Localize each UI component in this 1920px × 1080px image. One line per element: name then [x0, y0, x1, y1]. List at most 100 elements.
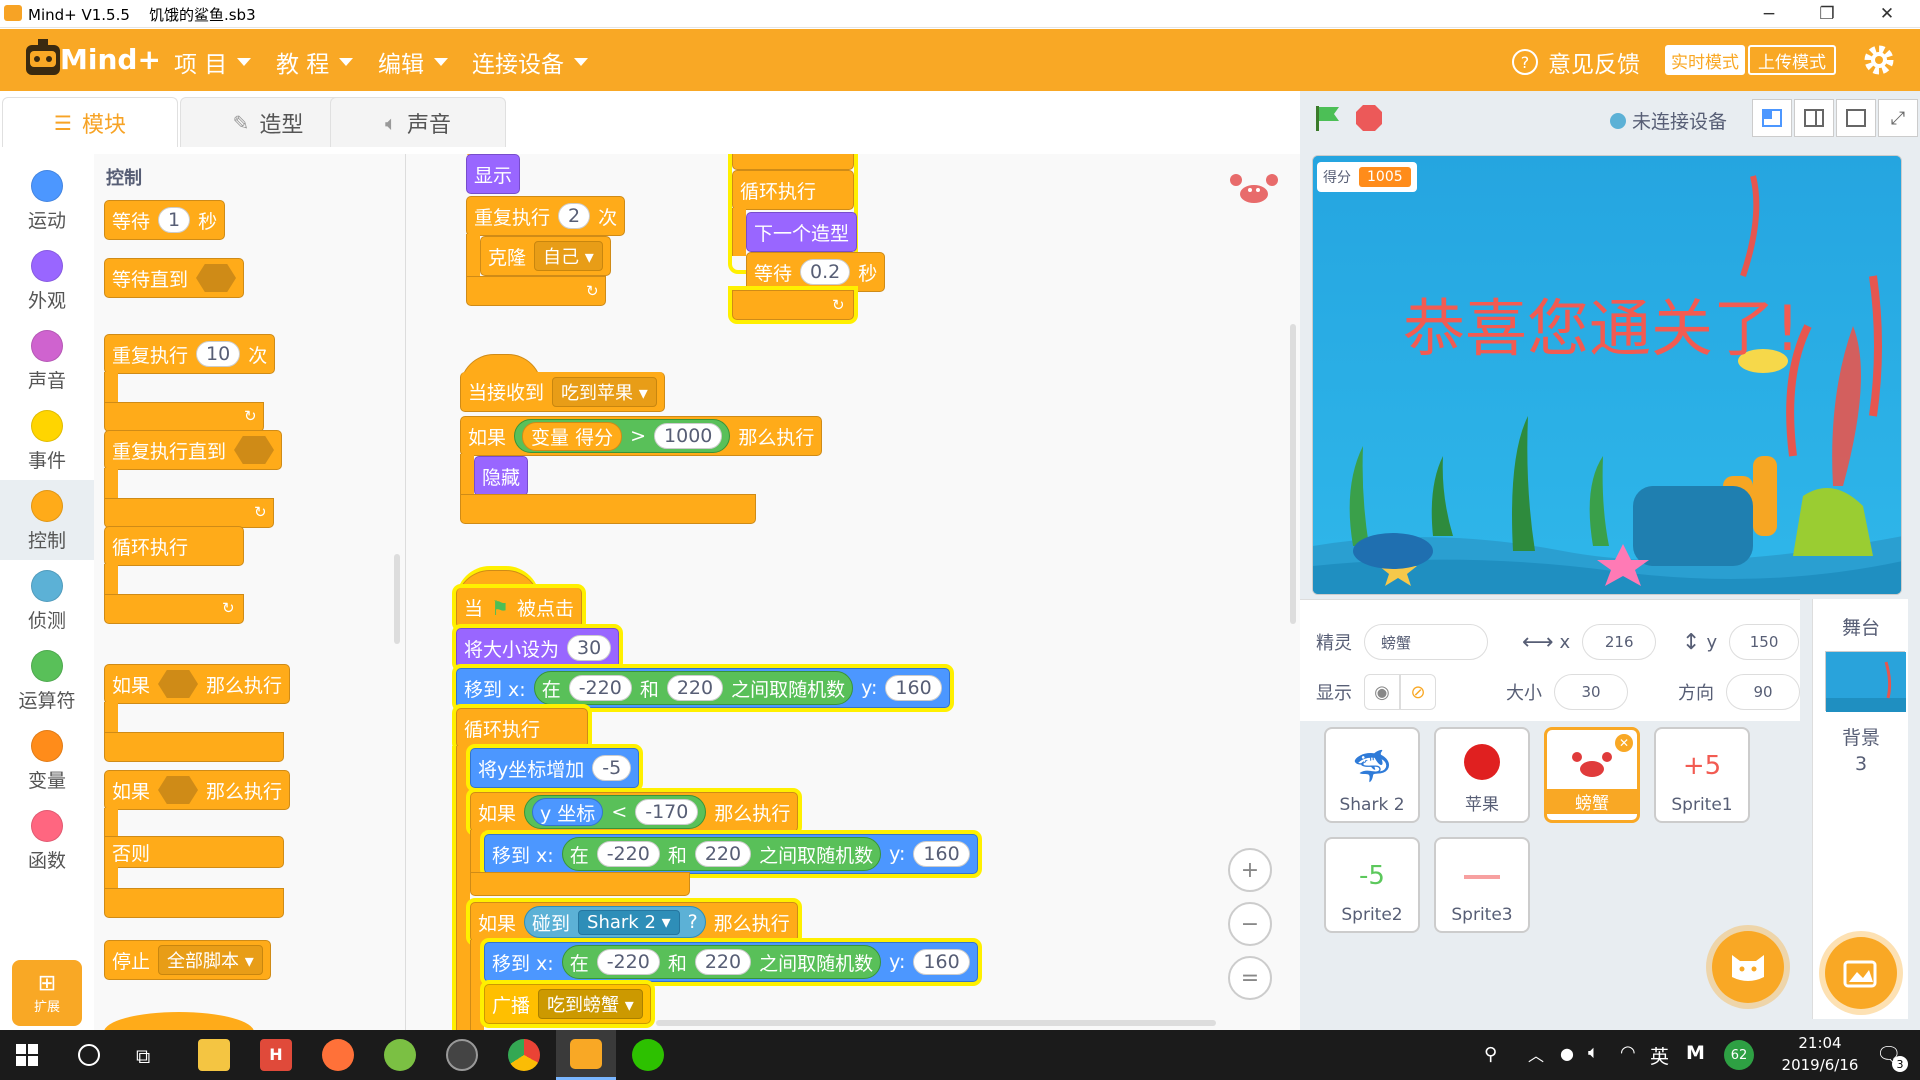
category-operators[interactable]: 运算符: [0, 640, 94, 720]
app-gear-icon[interactable]: [446, 1039, 478, 1071]
menu-edit[interactable]: 编辑: [378, 45, 448, 79]
sprite-tile-crab[interactable]: ✕ 螃蟹: [1544, 727, 1640, 823]
sprite-tile-sprite1[interactable]: +5 Sprite1: [1654, 727, 1750, 823]
tab-blocks[interactable]: ☰ 模块: [2, 97, 178, 147]
if-else-block[interactable]: 如果 那么执行 否则: [104, 770, 291, 920]
chrome-icon[interactable]: [508, 1039, 540, 1071]
upload-mode-button[interactable]: 上传模式: [1748, 45, 1836, 75]
clock-time[interactable]: 21:04: [1770, 1034, 1870, 1052]
when-flag-clicked-block[interactable]: 当 ⚑ 被点击: [456, 588, 582, 628]
broadcast-block[interactable]: 广播 吃到螃蟹 ▾: [484, 984, 651, 1024]
file-explorer-icon[interactable]: [198, 1039, 230, 1071]
category-sound[interactable]: 声音: [0, 320, 94, 400]
repeat-until-block[interactable]: 重复执行直到 ↻: [104, 430, 283, 530]
clock-date[interactable]: 2019/6/16: [1770, 1056, 1870, 1074]
repeat-block[interactable]: 重复执行 10 次 ↻: [104, 334, 276, 434]
sprite-name-input[interactable]: 螃蟹: [1364, 624, 1488, 660]
clone-target-dropdown[interactable]: 自己 ▾: [534, 241, 603, 271]
stop-button[interactable]: [1354, 103, 1384, 133]
extensions-button[interactable]: ⊞ 扩展: [12, 960, 82, 1026]
battery-badge[interactable]: 62: [1724, 1040, 1754, 1070]
forever-block[interactable]: 循环执行: [732, 170, 854, 210]
wait-block[interactable]: 等待 0.2 秒: [746, 252, 886, 292]
variable-reporter[interactable]: 变量 得分: [522, 421, 623, 451]
change-y-block[interactable]: 将y坐标增加 -5: [470, 748, 640, 788]
add-sprite-button[interactable]: [1712, 931, 1784, 1003]
app-green-icon[interactable]: [384, 1039, 416, 1071]
random-operator[interactable]: 在 -220 和 220 之间取随机数: [533, 671, 854, 705]
show-visible-icon[interactable]: ◉: [1364, 674, 1400, 710]
goto-xy-block[interactable]: 移到 x: 在 -220 和 220 之间取随机数 y: 160: [484, 942, 978, 982]
feedback-button[interactable]: ? 意见反馈: [1512, 45, 1640, 79]
boolean-slot[interactable]: [158, 776, 199, 804]
layout-small-stage-button[interactable]: [1752, 99, 1792, 137]
ime-icon[interactable]: M: [1686, 1042, 1705, 1064]
tab-sounds[interactable]: 🔈︎ 声音: [330, 97, 506, 147]
people-icon[interactable]: ⚲: [1484, 1044, 1497, 1065]
wait-until-block[interactable]: 等待直到: [104, 258, 245, 298]
layout-normal-stage-button[interactable]: [1794, 99, 1834, 137]
category-functions[interactable]: 函数: [0, 800, 94, 880]
category-looks[interactable]: 外观: [0, 240, 94, 320]
menu-project[interactable]: 项 目: [174, 45, 252, 79]
zoom-in-button[interactable]: +: [1228, 848, 1272, 892]
change-y-input[interactable]: -5: [592, 755, 632, 781]
restore-button[interactable]: ❐: [1800, 0, 1854, 28]
if-then-block[interactable]: 如果 那么执行: [104, 664, 291, 764]
add-backdrop-button[interactable]: [1825, 937, 1897, 1009]
wait-block[interactable]: 等待 1 秒: [104, 200, 226, 240]
sprite-tile-sprite3[interactable]: Sprite3: [1434, 837, 1530, 933]
compare-value-input[interactable]: 1000: [654, 423, 723, 449]
workspace-vertical-scrollbar[interactable]: [1290, 324, 1296, 624]
show-hidden-icon[interactable]: ⊘: [1400, 674, 1436, 710]
show-block[interactable]: 显示: [466, 154, 521, 194]
repeat-count-input[interactable]: 10: [196, 341, 241, 367]
task-view-icon[interactable]: ⧉: [136, 1044, 150, 1068]
windows-start-icon[interactable]: [16, 1044, 38, 1066]
sprite-y-input[interactable]: 150: [1729, 624, 1800, 660]
random-from-input[interactable]: -220: [596, 949, 660, 975]
input-language-indicator[interactable]: 英: [1650, 1042, 1669, 1069]
hat-block-partial[interactable]: [104, 1012, 254, 1030]
realtime-mode-button[interactable]: 实时模式: [1665, 45, 1745, 75]
zoom-reset-button[interactable]: =: [1228, 956, 1272, 1000]
settings-gear-icon[interactable]: [1862, 43, 1896, 77]
fullscreen-button[interactable]: ⤢: [1878, 99, 1918, 137]
goto-xy-block[interactable]: 移到 x: 在 -220 和 220 之间取随机数 y: 160: [484, 834, 978, 874]
sprite-tile-apple[interactable]: 苹果: [1434, 727, 1530, 823]
wait-seconds-input[interactable]: 0.2: [800, 259, 851, 285]
category-events[interactable]: 事件: [0, 400, 94, 480]
less-than-operator[interactable]: y 坐标 < -170: [524, 795, 707, 829]
repeat-block[interactable]: 重复执行 2 次: [466, 196, 626, 236]
message-dropdown[interactable]: 吃到苹果 ▾: [552, 376, 657, 407]
next-costume-block[interactable]: 下一个造型: [746, 212, 858, 252]
set-size-block[interactable]: 将大小设为 30: [456, 628, 620, 668]
clone-block[interactable]: 克隆 自己 ▾: [480, 236, 611, 276]
repeat-count-input[interactable]: 2: [558, 203, 591, 229]
volume-icon[interactable]: 🔈︎: [1588, 1042, 1599, 1063]
minimize-button[interactable]: −: [1742, 0, 1796, 28]
menu-connect-device[interactable]: 连接设备: [472, 45, 588, 79]
sprite-tile-shark2[interactable]: 🦈︎ Shark 2: [1324, 727, 1420, 823]
if-y-block[interactable]: 如果 y 坐标 < -170 那么执行: [470, 792, 799, 832]
broadcast-message-dropdown[interactable]: 吃到螃蟹 ▾: [538, 989, 643, 1019]
sprite-size-input[interactable]: 30: [1554, 674, 1628, 710]
random-to-input[interactable]: 220: [666, 675, 724, 701]
random-operator[interactable]: 在 -220 和 220 之间取随机数: [561, 837, 882, 871]
hbuilder-icon[interactable]: H: [260, 1039, 292, 1071]
delete-sprite-icon[interactable]: ✕: [1615, 734, 1633, 752]
backdrop-thumbnail[interactable]: [1825, 651, 1906, 712]
wait-seconds-input[interactable]: 1: [158, 207, 191, 233]
boolean-slot[interactable]: [196, 264, 237, 292]
cortana-search-icon[interactable]: [78, 1044, 100, 1066]
palette-scrollbar[interactable]: [394, 554, 400, 644]
firefox-icon[interactable]: [322, 1039, 354, 1071]
stop-option-dropdown[interactable]: 全部脚本 ▾: [158, 945, 263, 975]
wifi-icon[interactable]: ◠: [1620, 1042, 1636, 1063]
green-flag-button[interactable]: [1312, 103, 1342, 133]
zoom-out-button[interactable]: −: [1228, 902, 1272, 946]
goto-xy-block[interactable]: 移到 x: 在 -220 和 220 之间取随机数 y: 160: [456, 668, 950, 708]
menu-tutorial[interactable]: 教 程: [276, 45, 354, 79]
category-variables[interactable]: 变量: [0, 720, 94, 800]
mindplus-task-active[interactable]: [556, 1030, 616, 1080]
